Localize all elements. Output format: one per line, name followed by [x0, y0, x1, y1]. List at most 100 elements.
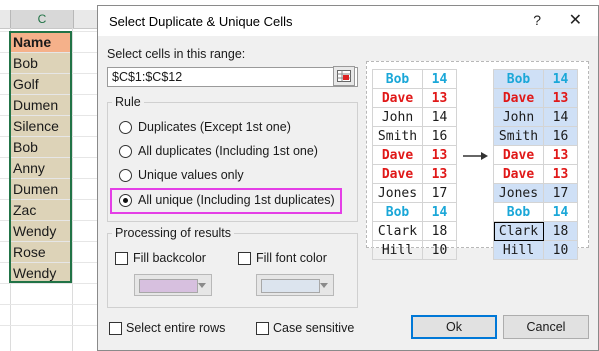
grid-line: [0, 31, 100, 32]
grid-line: [0, 199, 100, 200]
preview-value-cell: 13: [422, 88, 457, 108]
grid-line: [0, 115, 100, 116]
preview-name-cell: Hill: [493, 240, 544, 260]
chevron-down-icon: [320, 283, 328, 288]
table-cell[interactable]: Bob: [10, 53, 72, 74]
range-picker-icon: [337, 70, 351, 82]
fill-font-color-checkbox[interactable]: [238, 252, 251, 265]
radio-button[interactable]: [119, 169, 132, 182]
grid-line: [0, 262, 100, 263]
grid-line: [0, 136, 100, 137]
preview-value-cell: 14: [543, 69, 578, 89]
table-row: Clark 18: [493, 221, 578, 241]
ok-button[interactable]: Ok: [411, 315, 497, 339]
select-duplicate-unique-dialog: Select Duplicate & Unique Cells ? ✕ Sele…: [97, 5, 599, 351]
table-cell[interactable]: Rose: [10, 242, 72, 263]
header-cell[interactable]: Name: [10, 32, 72, 53]
table-cell[interactable]: Anny: [10, 158, 72, 179]
backcolor-swatch: [139, 279, 198, 293]
preview-table-after: Bob 14 Dave 13 John 14 Smith 16 Dave 13 Dave 13 Jone…: [493, 69, 578, 260]
preview-name-cell: John: [493, 107, 544, 127]
grid-line: [0, 304, 100, 305]
preview-value-cell: 14: [422, 107, 457, 127]
preview-value-cell: 13: [543, 88, 578, 108]
table-cell[interactable]: Wendy: [10, 221, 72, 242]
table-cell[interactable]: Dumen: [10, 95, 72, 116]
rule-group-title: Rule: [112, 95, 144, 109]
dialog-titlebar: Select Duplicate & Unique Cells ? ✕: [98, 6, 598, 36]
radio-button[interactable]: [119, 145, 132, 158]
preview-name-cell: Clark: [372, 221, 423, 241]
preview-value-cell: 10: [422, 240, 457, 260]
range-label: Select cells in this range:: [107, 47, 246, 61]
table-row: Jones 17: [493, 183, 578, 203]
table-row: Bob 14: [372, 69, 457, 89]
table-cell[interactable]: Wendy: [10, 263, 72, 284]
preview-panel: Bob 14 Dave 13 John 14 Smith 16 Dave 13 Dave 13 Jone…: [366, 61, 589, 260]
table-row: Dave 13: [493, 145, 578, 165]
highlight-box: [110, 188, 342, 214]
table-row: Clark 18: [372, 221, 457, 241]
preview-name-cell: Bob: [493, 69, 544, 89]
preview-value-cell: 14: [422, 69, 457, 89]
preview-value-cell: 14: [543, 107, 578, 127]
column-header-c[interactable]: C: [10, 10, 74, 28]
preview-name-cell: Smith: [493, 126, 544, 146]
table-cell[interactable]: Dumen: [10, 179, 72, 200]
table-row: Dave 13: [372, 88, 457, 108]
close-button[interactable]: ✕: [569, 10, 582, 30]
processing-group-title: Processing of results: [112, 226, 235, 240]
processing-group: [107, 233, 358, 308]
grid-line: [0, 178, 100, 179]
fontcolor-swatch: [261, 279, 320, 293]
preview-name-cell: Bob: [372, 202, 423, 222]
preview-name-cell: Dave: [493, 145, 544, 165]
fontcolor-dropdown[interactable]: [256, 274, 334, 296]
table-cell[interactable]: Silence: [10, 116, 72, 137]
case-sensitive-checkbox[interactable]: [256, 322, 269, 335]
fill-font-color-label: Fill font color: [256, 251, 327, 265]
grid-line: [0, 94, 100, 95]
spreadsheet: C Name Bob Golf Dumen Silence Bob Anny Dumen Zac…: [0, 0, 100, 351]
preview-value-cell: 16: [543, 126, 578, 146]
table-row: John 14: [493, 107, 578, 127]
cancel-button[interactable]: Cancel: [503, 315, 589, 339]
table-row: Hill 10: [372, 240, 457, 260]
table-row: John 14: [372, 107, 457, 127]
preview-value-cell: 17: [422, 183, 457, 203]
range-select-button[interactable]: [333, 66, 355, 86]
grid-line: [0, 73, 100, 74]
table-cell[interactable]: Golf: [10, 74, 72, 95]
help-button[interactable]: ?: [533, 12, 541, 28]
select-entire-rows-checkbox[interactable]: [109, 322, 122, 335]
preview-name-cell: Bob: [372, 69, 423, 89]
arrow-right-icon: [463, 152, 488, 160]
preview-value-cell: 13: [422, 145, 457, 165]
preview-value-cell: 18: [422, 221, 457, 241]
preview-value-cell: 13: [543, 164, 578, 184]
table-row: Smith 16: [372, 126, 457, 146]
preview-name-cell: Smith: [372, 126, 423, 146]
table-cell[interactable]: Bob: [10, 137, 72, 158]
grid-line: [0, 241, 100, 242]
preview-name-cell: Bob: [493, 202, 544, 222]
preview-name-cell: Clark: [493, 221, 544, 241]
fill-backcolor-checkbox[interactable]: [115, 252, 128, 265]
table-cell[interactable]: Zac: [10, 200, 72, 221]
column-header-bar: C: [0, 10, 100, 29]
range-input[interactable]: $C$1:$C$12: [107, 67, 358, 87]
radio-button[interactable]: [119, 121, 132, 134]
table-row: Dave 13: [493, 164, 578, 184]
grid-line: [72, 28, 73, 351]
preview-name-cell: Dave: [493, 88, 544, 108]
preview-value-cell: 14: [422, 202, 457, 222]
backcolor-dropdown[interactable]: [134, 274, 212, 296]
table-row: Dave 13: [372, 145, 457, 165]
case-sensitive-label: Case sensitive: [273, 321, 355, 335]
table-row: Jones 17: [372, 183, 457, 203]
preview-name-cell: Dave: [372, 88, 423, 108]
preview-name-cell: John: [372, 107, 423, 127]
chevron-down-icon: [198, 283, 206, 288]
preview-table-before: Bob 14 Dave 13 John 14 Smith 16 Dave 13 Dave 13 Jone…: [372, 69, 457, 260]
dialog-title: Select Duplicate & Unique Cells: [109, 14, 293, 29]
